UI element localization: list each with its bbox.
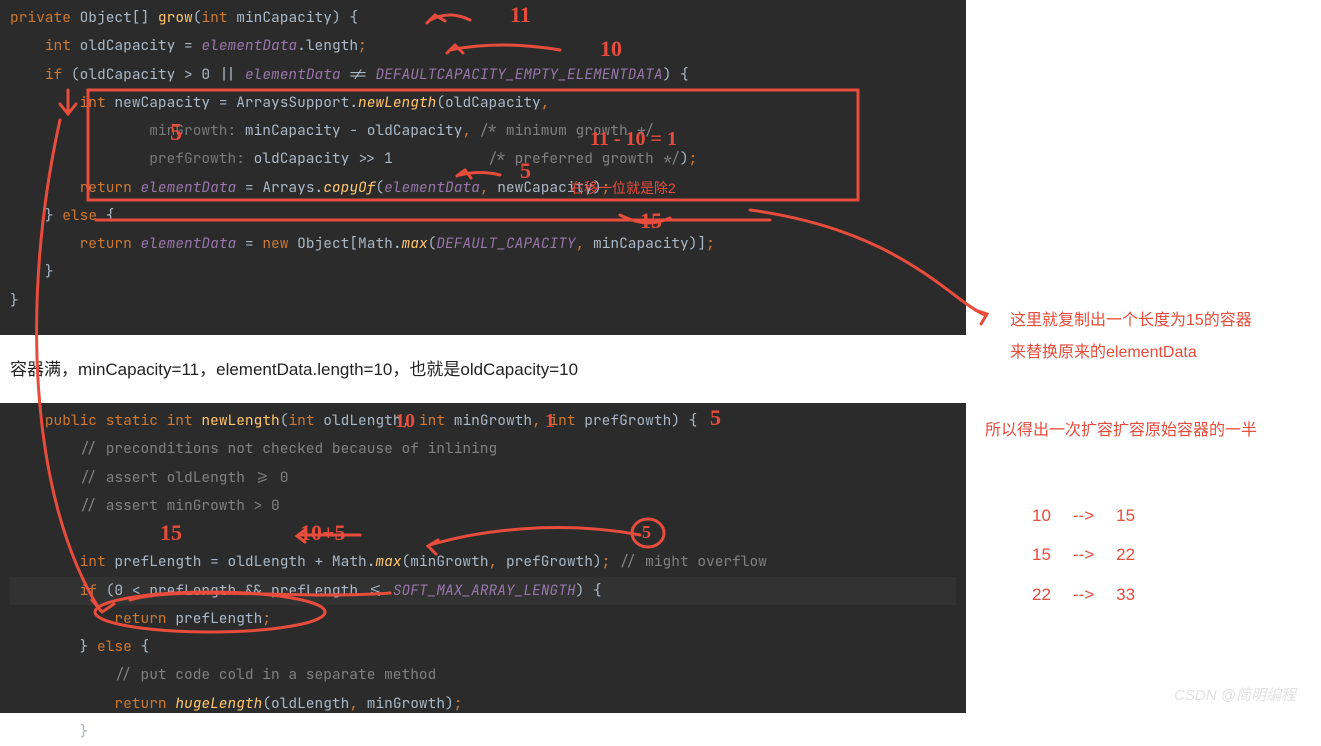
anno-b5: 5 <box>710 405 721 431</box>
note-copy-container: 这里就复制出一个长度为15的容器 来替换原来的elementData <box>1010 305 1252 369</box>
anno-5-shift: 5 <box>520 158 531 184</box>
watermark: CSDN @简明编程 <box>1174 684 1296 705</box>
explanation-text: 容器满，minCapacity=11，elementData.length=10… <box>10 355 578 380</box>
growth-table: 10-->1515-->2222-->33 <box>1020 495 1147 615</box>
anno-11-10-1: 11 - 10 = 1 <box>590 128 677 151</box>
note-line: 这里就复制出一个长度为15的容器 <box>1010 305 1252 337</box>
anno-shift-note: 右移一位就是除2 <box>570 178 676 198</box>
code-block-newlength: public static int newLength(int oldLengt… <box>0 403 966 713</box>
table-row: 10-->15 <box>1022 497 1145 534</box>
anno-11: 11 <box>510 2 531 28</box>
anno-b10: 10 <box>395 410 415 433</box>
anno-b1: 1 <box>545 410 555 433</box>
anno-10: 10 <box>600 36 622 62</box>
anno-b15: 15 <box>160 520 182 546</box>
anno-15-copy: 15 <box>640 208 662 234</box>
anno-b105: 10+5 <box>300 520 346 546</box>
note-half-growth: 所以得出一次扩容扩容原始容器的一半 <box>985 415 1257 447</box>
anno-5-left: 5 <box>170 120 182 147</box>
table-row: 22-->33 <box>1022 576 1145 613</box>
table-row: 15-->22 <box>1022 536 1145 573</box>
note-line: 来替换原来的elementData <box>1010 337 1252 369</box>
anno-bcircle5: 5 <box>642 522 651 543</box>
code-block-grow: private Object[] grow(int minCapacity) {… <box>0 0 966 335</box>
